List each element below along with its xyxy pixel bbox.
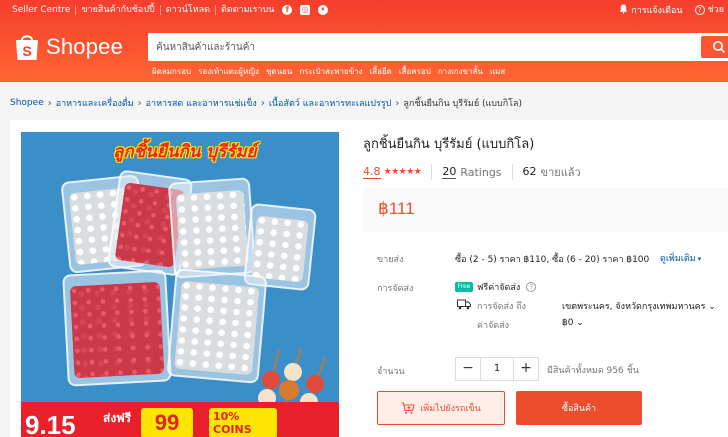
- ratings-count[interactable]: 20: [442, 165, 457, 179]
- chevron-right-icon: ›: [47, 97, 52, 109]
- info-icon[interactable]: ?: [526, 282, 537, 292]
- promo-date: 9.15: [25, 410, 76, 437]
- bell-icon: [620, 4, 628, 14]
- logo-text: Shopee: [46, 34, 124, 59]
- chevron-right-icon: ›: [395, 97, 400, 109]
- search-hint[interactable]: กระเป๋าสะพายข้าง: [299, 65, 362, 78]
- promo-free-shipping: ส่งฟรี: [103, 411, 132, 425]
- breadcrumb-current: ลูกชิ้นยืนกิน บุรีรัมย์ (แบบกิโล): [403, 99, 523, 109]
- chevron-down-icon: ▾: [697, 255, 702, 263]
- follow-us-label: ติดตามเราบน f ◎ •: [216, 5, 333, 15]
- product-image[interactable]: ลูกชิ้นยืนกิน บุรีรัมย์ 9.15 ส่งฟรี 99 1…: [21, 132, 339, 437]
- divider: [511, 164, 513, 180]
- chevron-right-icon: ›: [137, 97, 142, 109]
- shipping-fee[interactable]: ฿0 ⌄: [562, 318, 584, 328]
- shopee-bag-icon: S: [16, 35, 38, 60]
- sold-label: ขายแล้ว: [540, 166, 581, 179]
- shipping-fee-label: ค่าจัดส่ง: [477, 321, 510, 331]
- shipping-label: การจัดส่ง: [377, 284, 414, 294]
- wholesale-more-link[interactable]: ดูเพิ่มเติม ▾: [660, 251, 701, 265]
- free-shipping: Free ฟรีค่าจัดส่ง ?: [455, 280, 537, 294]
- rating-row: 4.8 ★★★★★ 20 Ratings 62 ขายแล้ว: [363, 163, 581, 181]
- wholesale-label: ขายส่ง: [377, 255, 404, 265]
- product-title: ลูกชิ้นยืนกิน บุรีรัมย์ (แบบกิโล): [363, 137, 535, 152]
- search-input[interactable]: [156, 33, 696, 61]
- quantity-increase-button[interactable]: +: [514, 358, 538, 380]
- instagram-icon[interactable]: ◎: [300, 5, 311, 15]
- free-shipping-text: ฟรีค่าจัดส่ง: [477, 283, 521, 293]
- notifications-link[interactable]: การแจ้งเตือน: [615, 4, 686, 16]
- rating-score[interactable]: 4.8: [363, 165, 381, 179]
- svg-text:S: S: [22, 43, 31, 59]
- meatball-bag: [167, 177, 257, 279]
- header: Seller Centre ขายสินค้ากับช้อปปี้ ดาวน์โ…: [0, 0, 728, 82]
- promo-amount: 99: [141, 408, 193, 437]
- search-hint[interactable]: เสื้อยืด: [370, 65, 392, 78]
- search-hint[interactable]: ผิดลมกรอบ: [152, 65, 191, 78]
- promo-coins: 10% COINS CASHBACK: [209, 408, 280, 437]
- search-hint[interactable]: ชุดนอน: [266, 65, 292, 78]
- meatball-bag: [62, 269, 172, 387]
- ratings-label: Ratings: [460, 165, 502, 179]
- search-bar: [148, 33, 728, 61]
- breadcrumb-item[interactable]: อาหารสด และอาหารแช่แข็ง: [146, 96, 257, 110]
- help-icon: ?: [694, 5, 705, 15]
- chevron-right-icon: ›: [260, 97, 265, 109]
- ship-to-label: การจัดส่ง ถึง: [477, 302, 527, 312]
- add-to-cart-button[interactable]: เพิ่มไปยังรถเข็น: [377, 391, 505, 425]
- breadcrumb: Shopee › อาหารและเครื่องดื่ม › อาหารสด แ…: [10, 96, 522, 110]
- divider: [431, 164, 433, 180]
- chevron-down-icon: ⌄: [708, 302, 716, 312]
- line-icon[interactable]: •: [317, 5, 328, 15]
- shopee-logo[interactable]: S Shopee: [14, 32, 123, 62]
- chevron-down-icon: ⌄: [576, 318, 584, 328]
- free-shipping-icon: Free: [455, 282, 473, 292]
- facebook-icon[interactable]: f: [282, 5, 293, 15]
- breadcrumb-item[interactable]: Shopee: [10, 98, 44, 108]
- search-button[interactable]: [701, 36, 728, 58]
- promo-banner: 9.15 ส่งฟรี 99 10% COINS CASHBACK: [21, 402, 339, 437]
- wholesale-text: ซื้อ (2 - 5) ราคา ฿110, ซื้อ (6 - 20) รา…: [455, 255, 650, 265]
- product-price: ฿111: [378, 199, 415, 218]
- product-image-title: ลูกชิ้นยืนกิน บุรีรัมย์: [113, 142, 257, 162]
- quantity-decrease-button[interactable]: −: [456, 358, 480, 380]
- buy-now-button[interactable]: ซื้อสินค้า: [516, 391, 642, 425]
- cart-icon: [401, 401, 415, 414]
- sold-count: 62: [522, 165, 537, 178]
- search-hint[interactable]: แมส: [490, 65, 505, 78]
- truck-icon: [457, 299, 471, 310]
- search-hint[interactable]: เสื้อครอป: [399, 65, 431, 78]
- quantity-stepper: − 1 +: [455, 357, 539, 381]
- download-link[interactable]: ดาวน์โหลด: [161, 5, 216, 15]
- search-hints: ผิดลมกรอบ รองเท้าแตะผู้หญิง ชุดนอน กระเป…: [152, 65, 512, 78]
- breadcrumb-item[interactable]: เนื้อสัตว์ และอาหารทะเลแปรรูป: [269, 96, 392, 110]
- search-hint[interactable]: รองเท้าแตะผู้หญิง: [198, 65, 259, 78]
- rating-stars-icon: ★★★★★: [383, 167, 422, 177]
- stock-count: มีสินค้าทั้งหมด 956 ชิ้น: [547, 366, 639, 376]
- search-icon: [713, 41, 726, 54]
- topbar: Seller Centre ขายสินค้ากับช้อปปี้ ดาวน์โ…: [0, 0, 728, 20]
- search-hint[interactable]: กางเกงขาสั้น: [438, 65, 483, 78]
- help-link[interactable]: ? ช่วย: [687, 5, 728, 15]
- price-box: ฿111: [363, 188, 728, 232]
- quantity-label: จำนวน: [377, 367, 405, 377]
- breadcrumb-item[interactable]: อาหารและเครื่องดื่ม: [56, 96, 134, 110]
- ship-to-location[interactable]: เขตพระนคร, จังหวัดกรุงเทพมหานคร ⌄: [562, 299, 716, 313]
- seller-centre-link[interactable]: Seller Centre: [12, 5, 77, 15]
- quantity-input[interactable]: 1: [480, 358, 514, 380]
- sell-on-shopee-link[interactable]: ขายสินค้ากับช้อปปี้: [76, 5, 161, 15]
